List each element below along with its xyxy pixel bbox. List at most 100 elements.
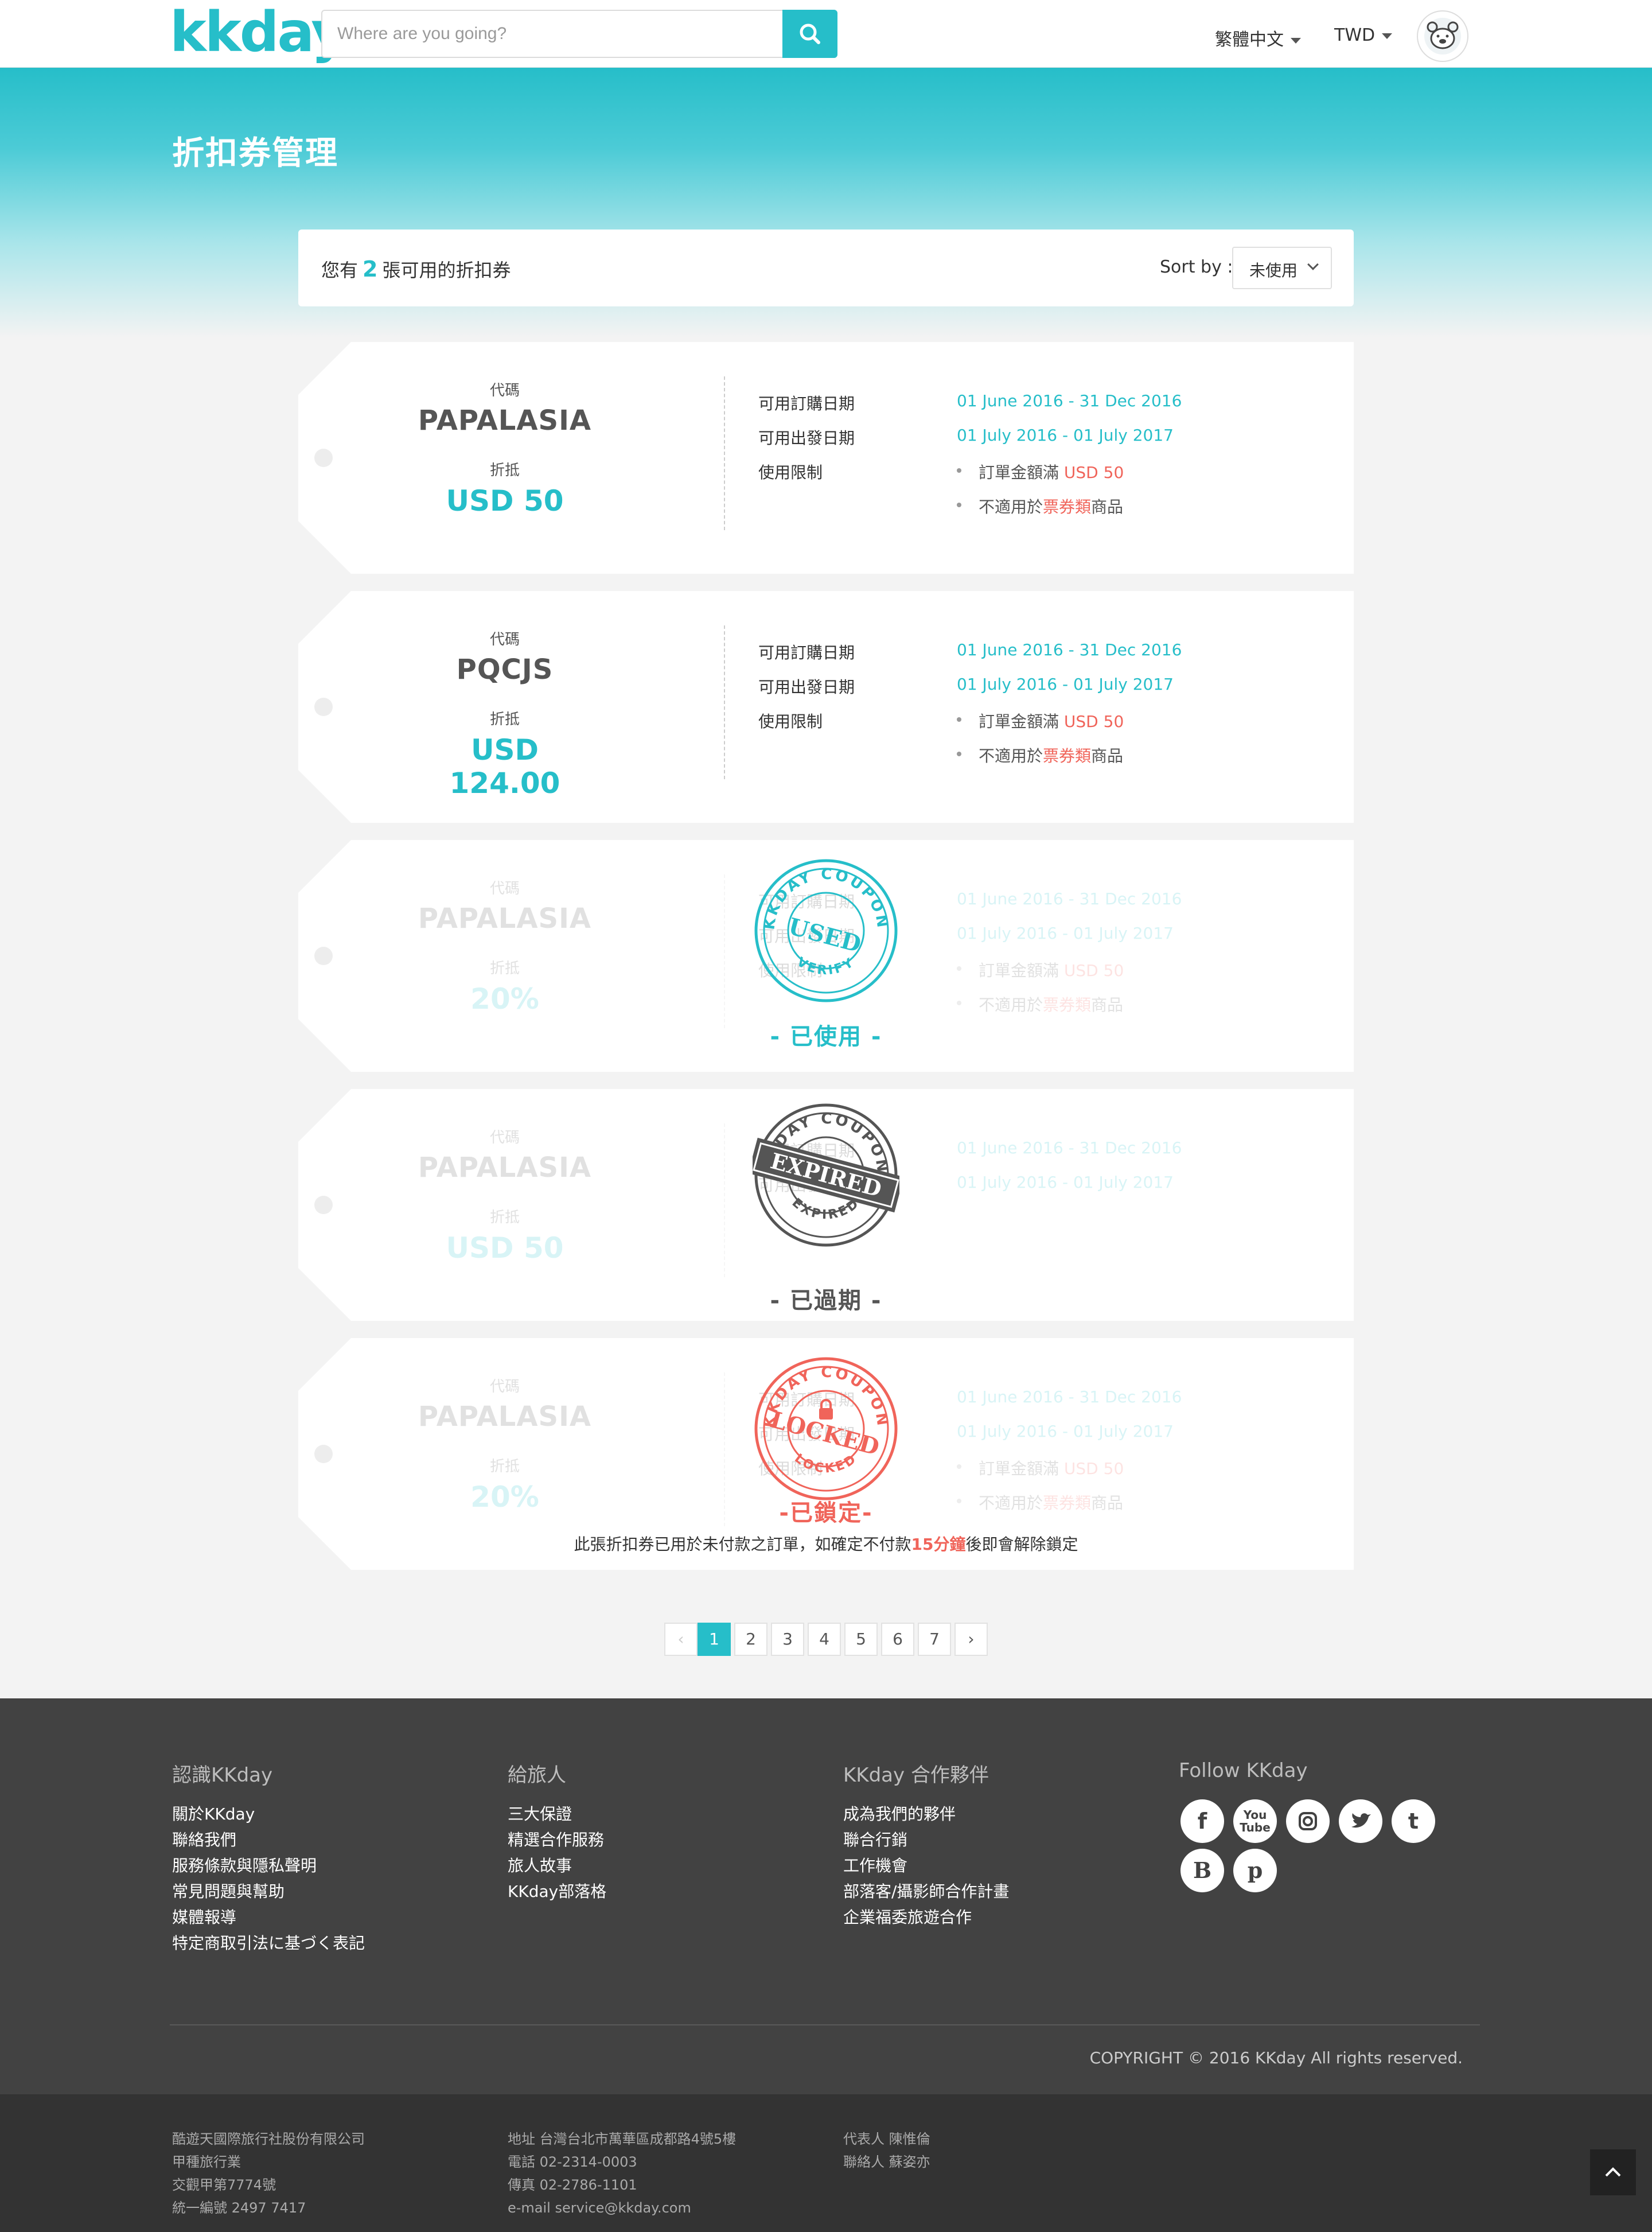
company-text: 傳真 02-2786-1101 xyxy=(508,2177,637,2193)
footer-link[interactable]: 聯絡我們 xyxy=(172,1827,365,1853)
search-box xyxy=(321,10,837,58)
company-text: 交觀甲第7774號 xyxy=(172,2177,276,2193)
user-avatar[interactable] xyxy=(1417,10,1468,62)
footer-link[interactable]: 聯合行銷 xyxy=(843,1827,1009,1853)
code-label: 代碼 xyxy=(489,382,520,399)
limit-text: 不適用於 xyxy=(979,996,1043,1014)
limit-text: 商品 xyxy=(1091,497,1124,516)
limit-category: 票券類 xyxy=(1043,996,1092,1014)
footer-col-travelers: 給旅人 三大保證 精選合作服務 旅人故事 KKday部落格 xyxy=(508,1759,606,1904)
footer-divider xyxy=(170,2024,1480,2025)
summary-suffix: 張可用的折扣券 xyxy=(382,259,511,281)
facebook-icon[interactable]: f xyxy=(1180,1799,1224,1843)
page-button[interactable]: 4 xyxy=(808,1623,841,1656)
depart-date-label: 可用出發日期 xyxy=(758,429,855,448)
limit-text: 商品 xyxy=(1091,1494,1124,1512)
svg-text:KKDAY COUPON: KKDAY COUPON xyxy=(761,866,891,931)
coupon-card[interactable]: 代碼 PQCJS 折抵 USD 124.00 可用訂購日期 01 June 201… xyxy=(298,591,1354,823)
page-button[interactable]: 5 xyxy=(844,1623,878,1656)
order-date-value: 01 June 2016 - 31 Dec 2016 xyxy=(957,889,1182,908)
footer-link[interactable]: 成為我們的夥伴 xyxy=(843,1801,1009,1827)
footer-link[interactable]: KKday部落格 xyxy=(508,1879,606,1904)
page-button[interactable]: 7 xyxy=(918,1623,951,1656)
limit-category: 票券類 xyxy=(1043,746,1092,765)
page-button[interactable]: 6 xyxy=(881,1623,914,1656)
coupon-code-col: 代碼 PAPALASIA 折抵 20% xyxy=(413,840,597,1072)
search-button[interactable] xyxy=(782,10,837,58)
coupon-code: PAPALASIA xyxy=(418,1152,592,1184)
limit-text: 訂單金額滿 xyxy=(979,712,1064,731)
prev-page-button[interactable]: ‹ xyxy=(664,1623,698,1656)
expired-stamp-icon: KKDAY COUPON EXPIRED EXPIRED xyxy=(753,1103,899,1247)
footer-link[interactable]: 企業福委旅遊合作 xyxy=(843,1904,1009,1930)
limit-text: 訂單金額滿 xyxy=(979,463,1064,482)
depart-date-value: 01 July 2016 - 01 July 2017 xyxy=(957,1422,1174,1441)
dashed-divider xyxy=(724,625,725,779)
pinterest-icon[interactable]: p xyxy=(1233,1849,1277,1892)
currency-dropdown[interactable]: TWD xyxy=(1334,25,1393,45)
footer-link[interactable]: 媒體報導 xyxy=(172,1904,365,1930)
twitter-icon[interactable] xyxy=(1339,1799,1382,1843)
available-count: 2 xyxy=(363,256,378,282)
code-label: 代碼 xyxy=(489,631,520,648)
svg-text:VERIFY: VERIFY xyxy=(794,955,858,978)
sort-value: 未使用 xyxy=(1249,261,1298,280)
footer-link[interactable]: 服務條款與隱私聲明 xyxy=(172,1853,365,1879)
page-button[interactable]: 2 xyxy=(734,1623,767,1656)
limit-min-amount: 訂單金額滿 USD 50 xyxy=(957,460,1124,483)
depart-date-label: 可用出發日期 xyxy=(758,678,855,697)
page-button[interactable]: 3 xyxy=(771,1623,804,1656)
limit-text: 商品 xyxy=(1091,996,1124,1014)
discount-amount: 20% xyxy=(470,1480,539,1514)
lock-note-text: 此張折扣券已用於未付款之訂單，如確定不付款 xyxy=(574,1535,911,1554)
tag-hole xyxy=(314,1196,333,1214)
footer-link[interactable]: 特定商取引法に基づく表記 xyxy=(172,1930,365,1956)
tag-hole xyxy=(314,698,333,716)
coupon-status: - 已過期 - xyxy=(770,1288,882,1314)
sort-label: Sort by : xyxy=(1160,257,1233,277)
discount-label: 折抵 xyxy=(489,960,520,977)
footer-link[interactable]: 關於KKday xyxy=(172,1801,365,1827)
kkday-logo[interactable]: kkday xyxy=(170,3,347,61)
youtube-icon[interactable]: You Tube xyxy=(1233,1799,1277,1843)
language-dropdown[interactable]: 繁體中文 xyxy=(1215,25,1301,50)
representative-col: 代表人 陳惟倫 聯絡人 蘇姿亦 xyxy=(843,2128,930,2173)
coupon-card[interactable]: 代碼 PAPALASIA 折抵 USD 50 可用訂購日期 01 June 201… xyxy=(298,1089,1354,1321)
blogger-icon[interactable]: B xyxy=(1180,1849,1224,1892)
coupon-card[interactable]: 代碼 PAPALASIA 折抵 20% 可用訂購日期 01 June 2016 -… xyxy=(298,840,1354,1072)
tumblr-icon[interactable]: t xyxy=(1392,1799,1435,1843)
code-label: 代碼 xyxy=(489,1378,520,1395)
code-label: 代碼 xyxy=(489,880,520,897)
stamp-top-text: KKDAY COUPON xyxy=(761,866,889,931)
coupon-card[interactable]: 代碼 PAPALASIA 折抵 USD 50 可用訂購日期 01 June 201… xyxy=(298,342,1354,574)
instagram-icon[interactable] xyxy=(1286,1799,1330,1843)
back-to-top-button[interactable] xyxy=(1590,2149,1636,2195)
footer-link[interactable]: 部落客/攝影師合作計畫 xyxy=(843,1879,1009,1904)
coupon-code: PAPALASIA xyxy=(418,1401,592,1433)
svg-text:LOCKED: LOCKED xyxy=(792,1451,860,1476)
caret-down-icon xyxy=(1382,33,1393,39)
coupon-card[interactable]: 代碼 PAPALASIA 折抵 20% 可用訂購日期 01 June 2016 -… xyxy=(298,1338,1354,1570)
sort-dropdown[interactable]: 未使用 xyxy=(1232,247,1332,289)
page-button[interactable]: 1 xyxy=(698,1623,731,1656)
code-label: 代碼 xyxy=(489,1129,520,1146)
footer-link[interactable]: 精選合作服務 xyxy=(508,1827,606,1853)
stamp-bottom-text: VERIFY xyxy=(794,955,856,978)
footer-link[interactable]: 三大保證 xyxy=(508,1801,606,1827)
limit-excluded: 不適用於票券類商品 xyxy=(957,495,1123,518)
chevron-down-icon xyxy=(1307,259,1319,270)
limit-min-amount: 訂單金額滿 USD 50 xyxy=(957,709,1124,732)
order-date-value: 01 June 2016 - 31 Dec 2016 xyxy=(957,391,1182,410)
search-input[interactable] xyxy=(322,11,784,57)
company-text: e-mail service@kkday.com xyxy=(508,2200,691,2216)
company-text: 聯絡人 蘇姿亦 xyxy=(843,2154,930,2170)
search-icon xyxy=(800,24,820,44)
next-page-button[interactable]: › xyxy=(954,1623,988,1656)
coupon-code-col: 代碼 PAPALASIA 折抵 USD 50 xyxy=(413,1089,597,1321)
footer-link[interactable]: 常見問題與幫助 xyxy=(172,1879,365,1904)
order-date-value: 01 June 2016 - 31 Dec 2016 xyxy=(957,640,1182,659)
coupon-code: PAPALASIA xyxy=(418,903,592,935)
stamp-word: USED xyxy=(785,913,864,958)
footer-link[interactable]: 工作機會 xyxy=(843,1853,1009,1879)
footer-link[interactable]: 旅人故事 xyxy=(508,1853,606,1879)
